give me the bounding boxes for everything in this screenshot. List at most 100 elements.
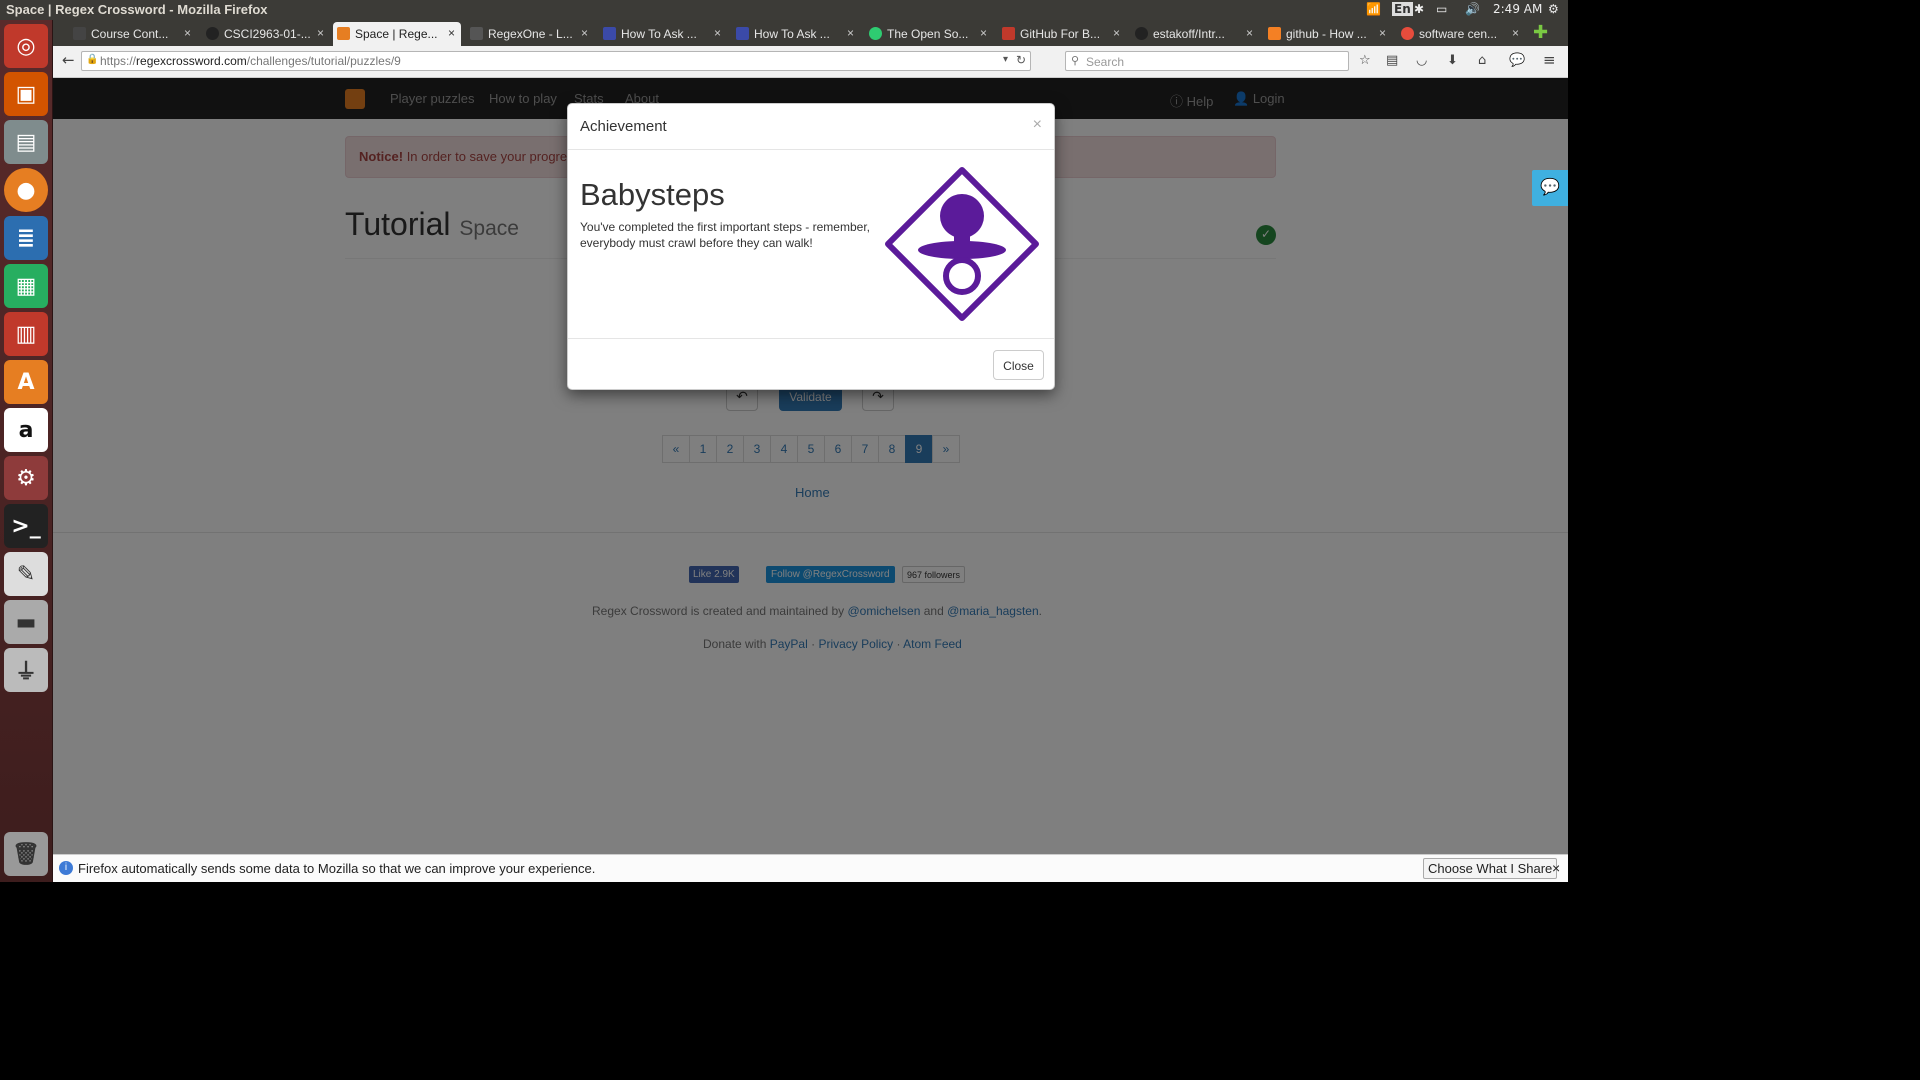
software-center-icon[interactable]: A: [4, 360, 48, 404]
firefox-icon[interactable]: ●: [4, 168, 48, 212]
tab-close-icon[interactable]: ×: [581, 26, 588, 40]
pocket-icon[interactable]: ◡: [1416, 53, 1427, 68]
url-bar[interactable]: 🔒 https://regexcrossword.com/challenges/…: [81, 51, 1031, 71]
back-arrow-icon[interactable]: ←: [62, 51, 75, 69]
system-settings-icon[interactable]: ⚙: [4, 456, 48, 500]
browser-tab-bar: Course Cont... × CSCI2963-01-... × Space |…: [53, 20, 1568, 46]
terminal-icon[interactable]: >_: [4, 504, 48, 548]
tab-favicon-icon: [1401, 27, 1414, 40]
tab-label: How To Ask ...: [754, 27, 830, 41]
browser-tab[interactable]: RegexOne - L... ×: [466, 22, 594, 46]
infobar-close-icon[interactable]: ×: [1552, 860, 1560, 876]
tab-close-icon[interactable]: ×: [317, 26, 324, 40]
tab-label: How To Ask ...: [621, 27, 697, 41]
browser-tab[interactable]: software cen... ×: [1397, 22, 1525, 46]
new-tab-plus-icon[interactable]: ✚: [1533, 22, 1548, 43]
modal-header: Achievement ×: [568, 104, 1054, 150]
achievement-modal: Achievement × Babysteps You've completed…: [567, 103, 1055, 390]
battery-icon[interactable]: ▭: [1436, 2, 1447, 16]
github-favicon-icon: [1135, 27, 1148, 40]
files-icon[interactable]: ▤: [4, 120, 48, 164]
tab-favicon-icon: [736, 27, 749, 40]
tab-label: The Open So...: [887, 27, 969, 41]
browser-navigation-bar: ← 🔒 https://regexcrossword.com/challenge…: [53, 46, 1568, 78]
lock-icon: 🔒: [86, 54, 99, 65]
url-host: regexcrossword.com: [136, 54, 247, 68]
browser-tab[interactable]: estakoff/Intr... ×: [1131, 22, 1259, 46]
reload-icon[interactable]: ↻: [1016, 53, 1026, 67]
browser-tab[interactable]: The Open So... ×: [865, 22, 993, 46]
hamburger-menu-icon[interactable]: ≡: [1543, 51, 1556, 69]
volume-icon[interactable]: 🔊: [1465, 2, 1480, 16]
tab-favicon-icon: [470, 27, 483, 40]
browser-tab[interactable]: GitHub For B... ×: [998, 22, 1126, 46]
settings-gear-icon[interactable]: ⚙: [1548, 2, 1559, 16]
tab-close-icon[interactable]: ×: [1113, 26, 1120, 40]
pacifier-badge-icon: [885, 167, 1039, 321]
tab-favicon-icon: [73, 27, 86, 40]
tab-close-icon[interactable]: ×: [1246, 26, 1253, 40]
tab-label: CSCI2963-01-...: [224, 27, 311, 41]
app-launcher: ◎ ▣ ▤ ● ≣ ▦ ▥ A a ⚙ >_ ✎ ▬ ⏚ 🗑: [0, 20, 53, 882]
firefox-notification-bar: i Firefox automatically sends some data …: [53, 854, 1568, 882]
browser-tab[interactable]: CSCI2963-01-... ×: [202, 22, 330, 46]
wifi-icon[interactable]: 📶: [1366, 2, 1381, 16]
chat-bubble-icon[interactable]: 💬: [1509, 53, 1525, 68]
browser-tab[interactable]: github - How ... ×: [1264, 22, 1392, 46]
url-path: /challenges/tutorial/puzzles/9: [246, 54, 401, 68]
search-placeholder: Search: [1086, 55, 1125, 69]
modal-footer-divider: [568, 338, 1054, 339]
tab-label: Space | Rege...: [355, 27, 438, 41]
tab-favicon-icon: [1002, 27, 1015, 40]
achievement-description: You've completed the first important ste…: [580, 220, 870, 250]
modal-close-icon[interactable]: ×: [1033, 116, 1042, 134]
achievement-heading: Babysteps: [580, 177, 725, 212]
regexcrossword-favicon-icon: [337, 27, 350, 40]
usb-drive-icon[interactable]: ⏚: [4, 648, 48, 692]
feedback-chat-icon[interactable]: 💬: [1532, 170, 1568, 206]
calc-icon[interactable]: ▦: [4, 264, 48, 308]
tab-label: GitHub For B...: [1020, 27, 1101, 41]
close-button[interactable]: Close: [993, 350, 1044, 380]
system-top-panel: Space | Regex Crossword - Mozilla Firefo…: [0, 0, 1568, 20]
bookmark-star-icon[interactable]: ☆: [1359, 53, 1371, 68]
choose-what-i-share-button[interactable]: Choose What I Share: [1423, 858, 1558, 879]
tab-close-icon[interactable]: ×: [1512, 26, 1519, 40]
tab-close-icon[interactable]: ×: [1379, 26, 1386, 40]
trash-icon[interactable]: 🗑: [4, 832, 48, 876]
browser-tab-active[interactable]: Space | Rege... ×: [333, 22, 461, 46]
browser-tab[interactable]: How To Ask ... ×: [599, 22, 727, 46]
tab-favicon-icon: [869, 27, 882, 40]
tab-favicon-icon: [603, 27, 616, 40]
tab-close-icon[interactable]: ×: [980, 26, 987, 40]
tab-label: github - How ...: [1286, 27, 1367, 41]
text-editor-icon[interactable]: ✎: [4, 552, 48, 596]
tab-label: RegexOne - L...: [488, 27, 573, 41]
clock[interactable]: 2:49 AM: [1493, 2, 1542, 16]
reading-list-icon[interactable]: ▤: [1386, 53, 1398, 68]
dropdown-arrow-icon[interactable]: ▾: [1003, 54, 1008, 65]
disk-icon[interactable]: ▬: [4, 600, 48, 644]
tab-close-icon[interactable]: ×: [184, 26, 191, 40]
search-icon: ⚲: [1071, 55, 1080, 67]
writer-icon[interactable]: ≣: [4, 216, 48, 260]
ubuntu-dash-icon[interactable]: ◎: [4, 24, 48, 68]
tab-favicon-icon: [1268, 27, 1281, 40]
download-icon[interactable]: ⬇: [1447, 53, 1458, 68]
tab-label: software cen...: [1419, 27, 1498, 41]
tab-close-icon[interactable]: ×: [847, 26, 854, 40]
browser-tab[interactable]: How To Ask ... ×: [732, 22, 860, 46]
image-viewer-icon[interactable]: ▣: [4, 72, 48, 116]
url-prefix: https://: [100, 54, 137, 68]
bluetooth-icon[interactable]: ✱: [1414, 2, 1424, 16]
browser-tab[interactable]: Course Cont... ×: [69, 22, 197, 46]
tab-close-icon[interactable]: ×: [448, 26, 455, 40]
impress-icon[interactable]: ▥: [4, 312, 48, 356]
modal-title: Achievement: [580, 118, 667, 135]
tab-label: Course Cont...: [91, 27, 169, 41]
search-input[interactable]: ⚲ Search: [1065, 51, 1349, 71]
tab-close-icon[interactable]: ×: [714, 26, 721, 40]
home-icon[interactable]: ⌂: [1478, 53, 1486, 68]
amazon-icon[interactable]: a: [4, 408, 48, 452]
keyboard-layout-indicator[interactable]: En: [1392, 2, 1413, 16]
